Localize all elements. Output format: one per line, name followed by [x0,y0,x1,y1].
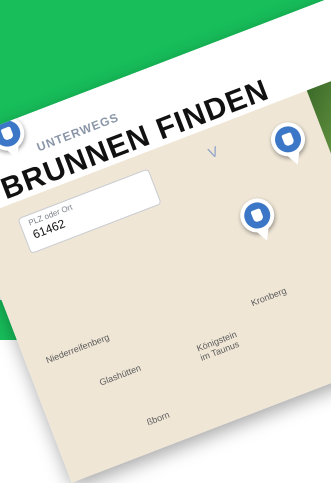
fountain-glyph-icon [281,131,295,147]
fountain-glyph-icon [250,208,265,223]
fountain-glyph-icon [0,126,15,141]
